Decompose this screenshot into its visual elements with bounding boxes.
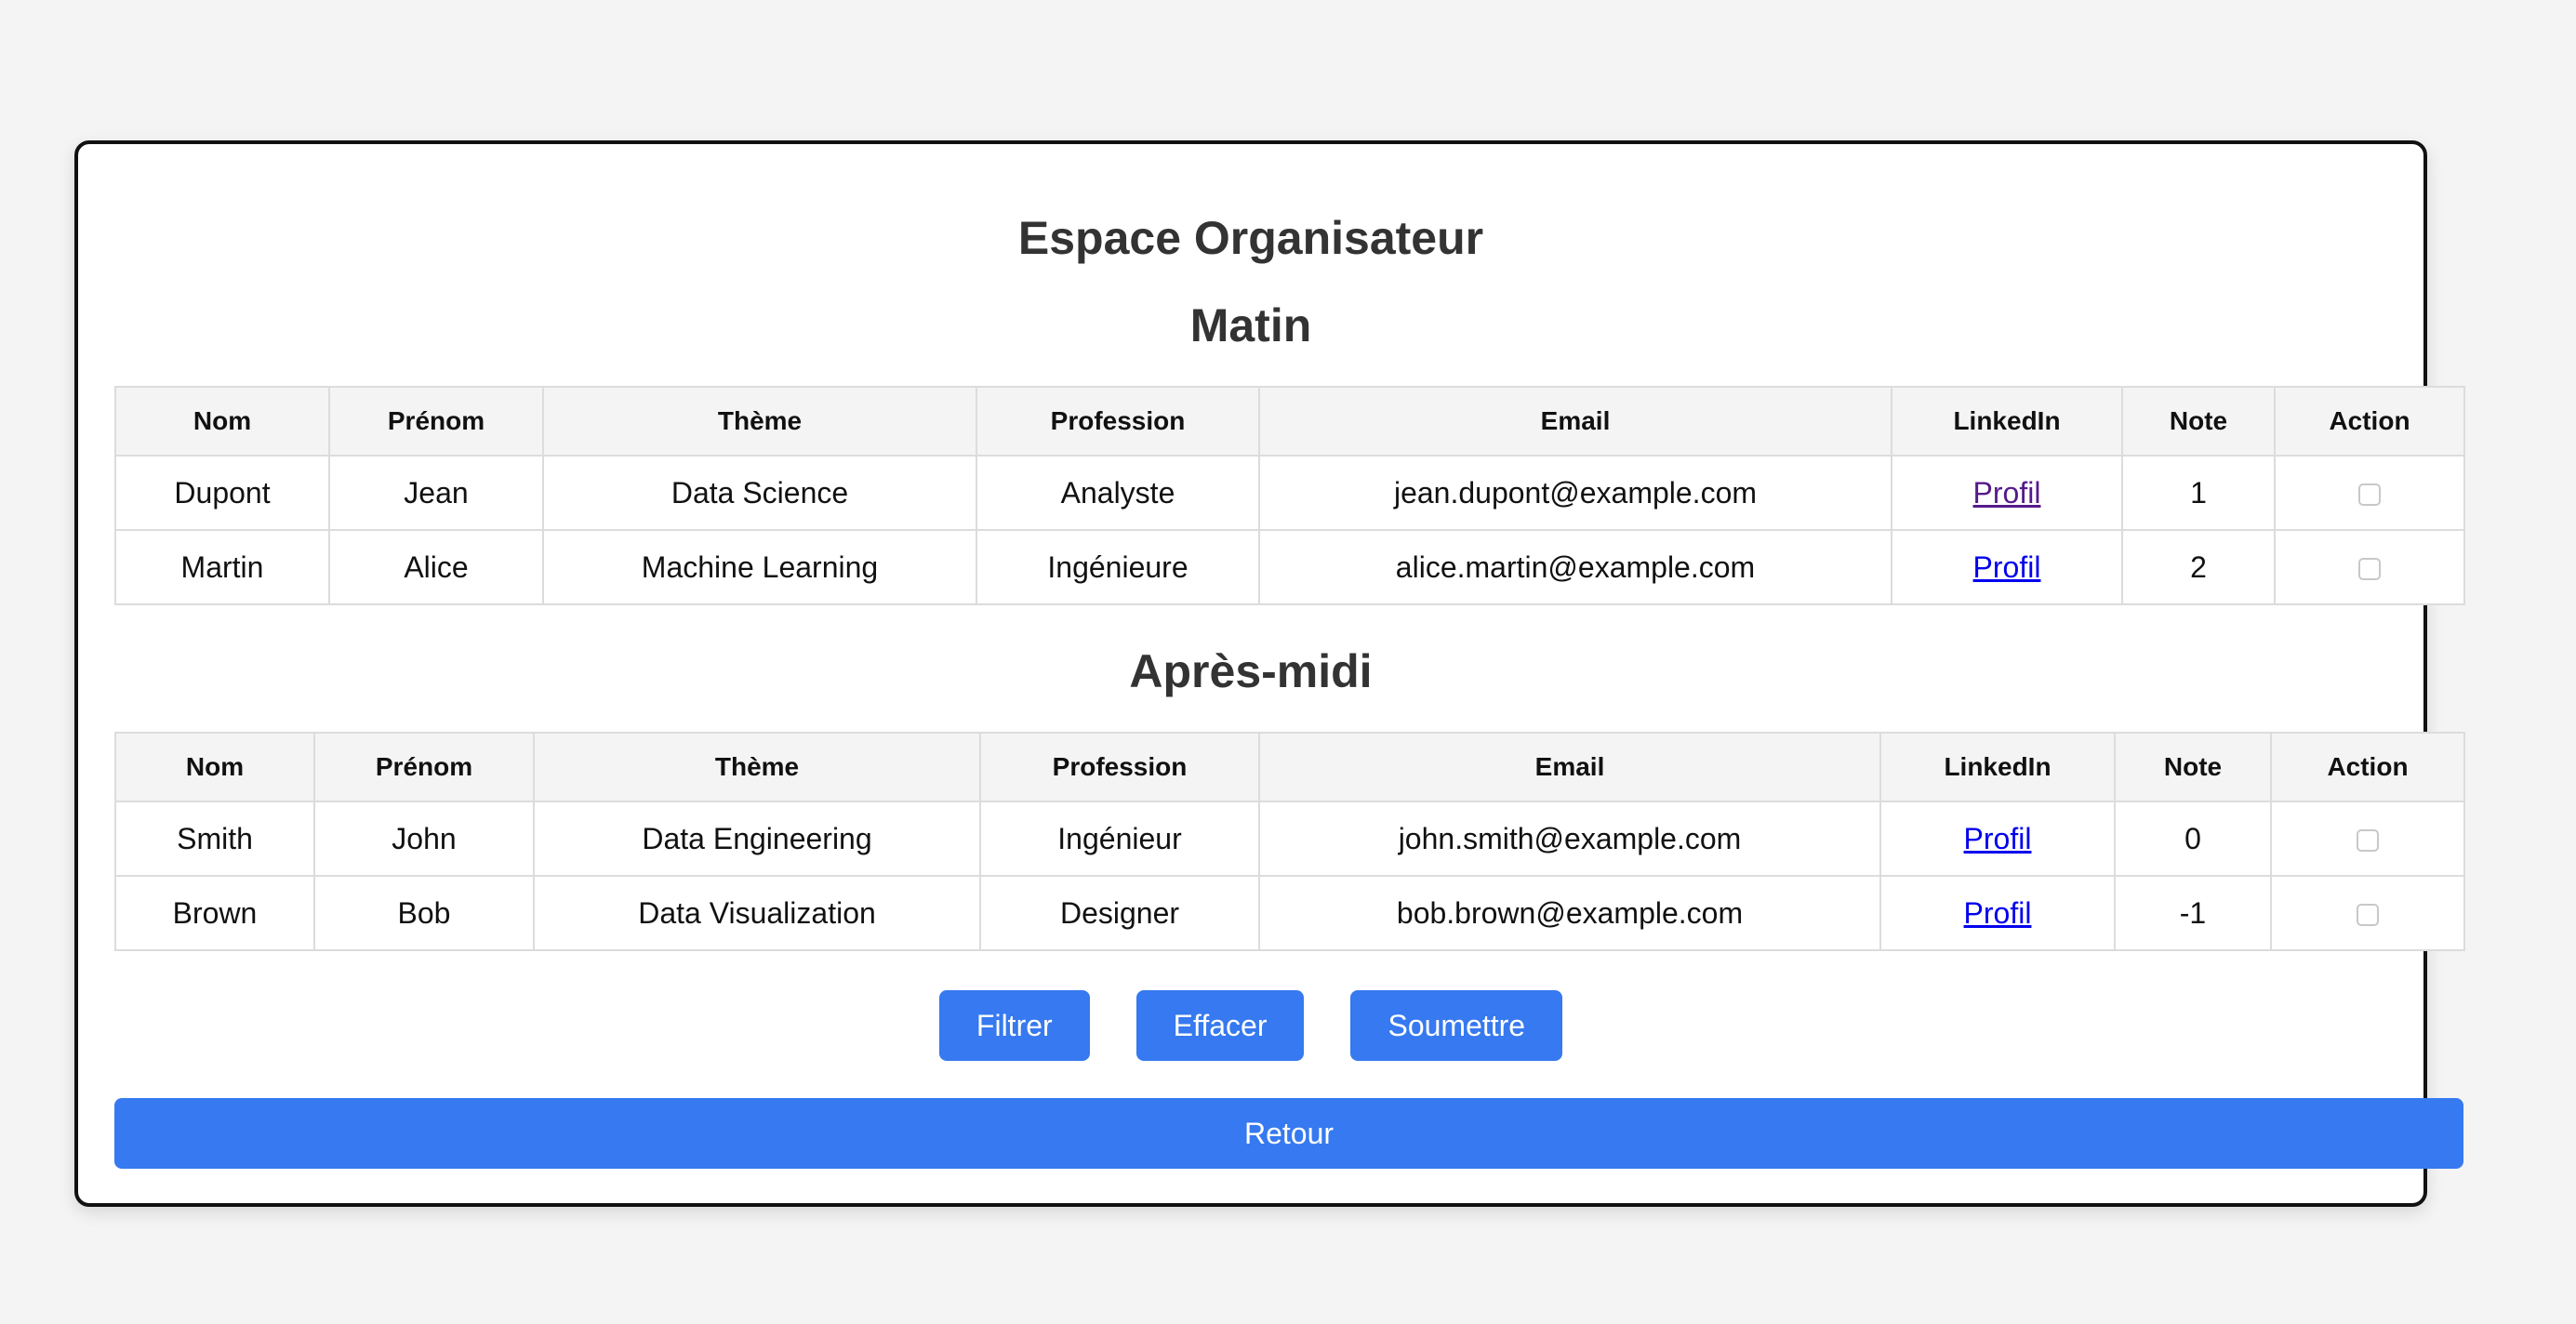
column-header-action: Action	[2270, 732, 2465, 802]
column-header-theme: Thème	[533, 732, 981, 802]
cell-nom: Martin	[114, 529, 330, 605]
table-row: Brown Bob Data Visualization Designer bo…	[114, 875, 2465, 951]
linkedin-profile-link[interactable]: Profil	[1973, 550, 2041, 584]
cell-action	[2274, 529, 2465, 605]
linkedin-profile-link[interactable]: Profil	[1964, 896, 2032, 930]
section-title-apres-midi: Après-midi	[1129, 645, 1373, 697]
column-header-email: Email	[1258, 386, 1892, 457]
column-header-nom: Nom	[114, 732, 315, 802]
cell-linkedin: Profil	[1891, 455, 2123, 531]
cell-action	[2270, 875, 2465, 951]
column-header-profession: Profession	[976, 386, 1260, 457]
cell-nom: Brown	[114, 875, 315, 951]
column-header-action: Action	[2274, 386, 2465, 457]
table-row: Smith John Data Engineering Ingénieur jo…	[114, 801, 2465, 877]
cell-email: jean.dupont@example.com	[1258, 455, 1892, 531]
filter-button[interactable]: Filtrer	[938, 990, 1090, 1061]
cell-note: 0	[2114, 801, 2272, 877]
column-header-theme: Thème	[542, 386, 977, 457]
table-header-row: Nom Prénom Thème Profession Email Linked…	[114, 386, 2465, 457]
cell-email: bob.brown@example.com	[1258, 875, 1881, 951]
table-row: Martin Alice Machine Learning Ingénieure…	[114, 529, 2465, 605]
cell-nom: Dupont	[114, 455, 330, 531]
column-header-profession: Profession	[979, 732, 1260, 802]
submit-button[interactable]: Soumettre	[1350, 990, 1563, 1061]
clear-button[interactable]: Effacer	[1135, 990, 1305, 1061]
cell-linkedin: Profil	[1891, 529, 2123, 605]
section-title-matin: Matin	[1189, 299, 1312, 351]
cell-prenom: John	[313, 801, 535, 877]
action-checkbox[interactable]	[2357, 904, 2379, 927]
cell-note: 2	[2121, 529, 2276, 605]
linkedin-profile-link[interactable]: Profil	[1973, 476, 2041, 510]
cell-prenom: Bob	[313, 875, 535, 951]
cell-email: alice.martin@example.com	[1258, 529, 1892, 605]
action-checkbox[interactable]	[2357, 829, 2379, 853]
page-title: Espace Organisateur	[1017, 212, 1484, 264]
cell-profession: Designer	[979, 875, 1260, 951]
linkedin-profile-link[interactable]: Profil	[1964, 822, 2032, 855]
cell-note: -1	[2114, 875, 2272, 951]
organizer-card: Espace Organisateur Matin Nom Prénom Thè…	[74, 140, 2465, 1207]
cell-prenom: Alice	[328, 529, 544, 605]
cell-action	[2274, 455, 2465, 531]
cell-prenom: Jean	[328, 455, 544, 531]
cell-action	[2270, 801, 2465, 877]
cell-note: 1	[2121, 455, 2276, 531]
column-header-linkedin: LinkedIn	[1891, 386, 2123, 457]
cell-email: john.smith@example.com	[1258, 801, 1881, 877]
cell-linkedin: Profil	[1879, 801, 2116, 877]
column-header-prenom: Prénom	[313, 732, 535, 802]
table-row: Dupont Jean Data Science Analyste jean.d…	[114, 455, 2465, 531]
cell-theme: Data Engineering	[533, 801, 981, 877]
column-header-note: Note	[2121, 386, 2276, 457]
table-apres-midi: Nom Prénom Thème Profession Email Linked…	[114, 732, 2465, 951]
action-checkbox[interactable]	[2358, 558, 2381, 581]
cell-theme: Data Visualization	[533, 875, 981, 951]
cell-theme: Data Science	[542, 455, 977, 531]
cell-profession: Analyste	[976, 455, 1260, 531]
column-header-linkedin: LinkedIn	[1879, 732, 2116, 802]
column-header-note: Note	[2114, 732, 2272, 802]
action-buttons: Filtrer Effacer Soumettre	[114, 990, 2387, 1061]
cell-theme: Machine Learning	[542, 529, 977, 605]
back-button[interactable]: Retour	[114, 1098, 2463, 1169]
cell-profession: Ingénieure	[976, 529, 1260, 605]
cell-nom: Smith	[114, 801, 315, 877]
cell-linkedin: Profil	[1879, 875, 2116, 951]
table-header-row: Nom Prénom Thème Profession Email Linked…	[114, 732, 2465, 802]
cell-profession: Ingénieur	[979, 801, 1260, 877]
table-matin: Nom Prénom Thème Profession Email Linked…	[114, 386, 2465, 605]
column-header-email: Email	[1258, 732, 1881, 802]
column-header-prenom: Prénom	[328, 386, 544, 457]
action-checkbox[interactable]	[2358, 483, 2381, 507]
column-header-nom: Nom	[114, 386, 330, 457]
